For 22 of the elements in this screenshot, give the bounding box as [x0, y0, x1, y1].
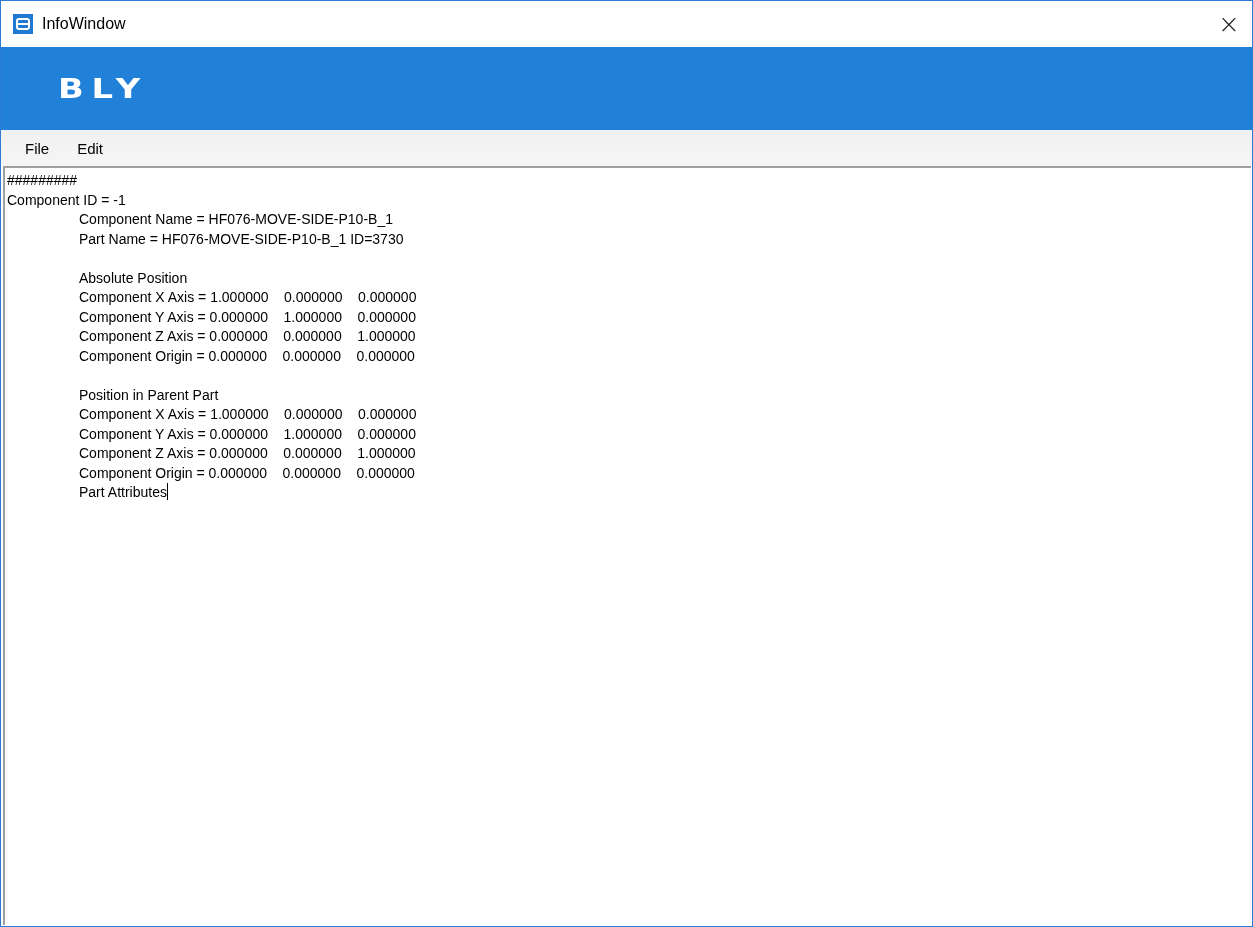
- text-line: Position in Parent Part: [78, 385, 219, 405]
- logo: BLY: [58, 73, 148, 104]
- close-button[interactable]: ×: [1206, 1, 1252, 47]
- window-title: InfoWindow: [42, 15, 126, 33]
- text-line: Component X Axis = 1.000000 0.000000 0.000000: [78, 288, 417, 307]
- text-line: Component Origin = 0.000000 0.000000 0.000000: [78, 346, 415, 366]
- text-area[interactable]: [3, 166, 1251, 925]
- menu-item[interactable]: Edit: [65, 135, 116, 161]
- text-line: Component Name = HF076-MOVE-SIDE-P10-B_1: [78, 210, 393, 229]
- text-line: Absolute Position: [78, 268, 188, 288]
- text-line: Component Z Axis = 0.000000 0.000000 1.000000: [78, 444, 416, 463]
- menu-item[interactable]: File: [13, 135, 62, 161]
- text-line: Component Origin = 0.000000 0.000000 0.000000: [78, 463, 415, 483]
- text-line: Component ID = -1: [7, 190, 126, 210]
- text-line: Part Attributes: [78, 483, 168, 502]
- text-line: #########: [7, 171, 78, 190]
- text-line: Component Z Axis = 0.000000 0.000000 1.000000: [78, 327, 416, 346]
- text-line: Part Name = HF076-MOVE-SIDE-P10-B_1 ID=3730: [78, 229, 404, 249]
- app-icon: [13, 14, 33, 34]
- text-line: Component Y Axis = 0.000000 1.000000 0.000000: [78, 307, 416, 327]
- text-line: Component Y Axis = 0.000000 1.000000 0.000000: [78, 424, 416, 444]
- text-line: Component X Axis = 1.000000 0.000000 0.000000: [78, 405, 417, 424]
